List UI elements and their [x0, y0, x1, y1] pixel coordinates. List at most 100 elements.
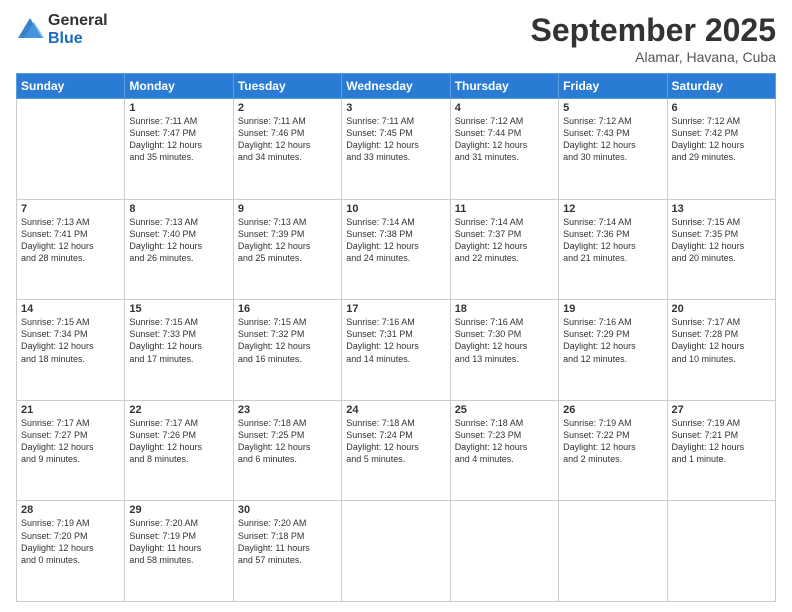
day-info: Sunrise: 7:11 AM Sunset: 7:47 PM Dayligh…	[129, 115, 228, 164]
day-info: Sunrise: 7:16 AM Sunset: 7:30 PM Dayligh…	[455, 316, 554, 365]
day-number: 25	[455, 404, 554, 416]
calendar-cell: 10Sunrise: 7:14 AM Sunset: 7:38 PM Dayli…	[342, 199, 450, 300]
day-number: 12	[563, 203, 662, 215]
calendar-cell: 9Sunrise: 7:13 AM Sunset: 7:39 PM Daylig…	[233, 199, 341, 300]
day-info: Sunrise: 7:14 AM Sunset: 7:37 PM Dayligh…	[455, 216, 554, 265]
day-info: Sunrise: 7:15 AM Sunset: 7:32 PM Dayligh…	[238, 316, 337, 365]
calendar-cell: 1Sunrise: 7:11 AM Sunset: 7:47 PM Daylig…	[125, 99, 233, 200]
main-title: September 2025	[531, 12, 776, 49]
day-number: 19	[563, 303, 662, 315]
logo-text: General Blue	[48, 12, 108, 47]
day-info: Sunrise: 7:14 AM Sunset: 7:38 PM Dayligh…	[346, 216, 445, 265]
day-info: Sunrise: 7:18 AM Sunset: 7:25 PM Dayligh…	[238, 417, 337, 466]
day-number: 24	[346, 404, 445, 416]
calendar-week-row: 28Sunrise: 7:19 AM Sunset: 7:20 PM Dayli…	[17, 501, 776, 602]
header: General Blue September 2025 Alamar, Hava…	[16, 12, 776, 65]
calendar-cell	[342, 501, 450, 602]
day-info: Sunrise: 7:15 AM Sunset: 7:35 PM Dayligh…	[672, 216, 771, 265]
calendar-cell: 16Sunrise: 7:15 AM Sunset: 7:32 PM Dayli…	[233, 300, 341, 401]
day-info: Sunrise: 7:17 AM Sunset: 7:26 PM Dayligh…	[129, 417, 228, 466]
subtitle: Alamar, Havana, Cuba	[531, 49, 776, 65]
day-number: 13	[672, 203, 771, 215]
calendar-cell: 22Sunrise: 7:17 AM Sunset: 7:26 PM Dayli…	[125, 400, 233, 501]
calendar-cell: 14Sunrise: 7:15 AM Sunset: 7:34 PM Dayli…	[17, 300, 125, 401]
day-info: Sunrise: 7:13 AM Sunset: 7:41 PM Dayligh…	[21, 216, 120, 265]
day-info: Sunrise: 7:16 AM Sunset: 7:31 PM Dayligh…	[346, 316, 445, 365]
day-info: Sunrise: 7:19 AM Sunset: 7:21 PM Dayligh…	[672, 417, 771, 466]
calendar-cell: 25Sunrise: 7:18 AM Sunset: 7:23 PM Dayli…	[450, 400, 558, 501]
calendar-cell: 26Sunrise: 7:19 AM Sunset: 7:22 PM Dayli…	[559, 400, 667, 501]
calendar-cell: 11Sunrise: 7:14 AM Sunset: 7:37 PM Dayli…	[450, 199, 558, 300]
calendar-cell: 4Sunrise: 7:12 AM Sunset: 7:44 PM Daylig…	[450, 99, 558, 200]
calendar-cell: 21Sunrise: 7:17 AM Sunset: 7:27 PM Dayli…	[17, 400, 125, 501]
day-number: 1	[129, 102, 228, 114]
day-info: Sunrise: 7:13 AM Sunset: 7:40 PM Dayligh…	[129, 216, 228, 265]
day-info: Sunrise: 7:17 AM Sunset: 7:27 PM Dayligh…	[21, 417, 120, 466]
day-number: 30	[238, 504, 337, 516]
day-info: Sunrise: 7:19 AM Sunset: 7:22 PM Dayligh…	[563, 417, 662, 466]
calendar-cell: 18Sunrise: 7:16 AM Sunset: 7:30 PM Dayli…	[450, 300, 558, 401]
day-number: 15	[129, 303, 228, 315]
calendar-day-header: Friday	[559, 74, 667, 99]
calendar-cell	[17, 99, 125, 200]
day-info: Sunrise: 7:12 AM Sunset: 7:43 PM Dayligh…	[563, 115, 662, 164]
calendar-cell	[559, 501, 667, 602]
day-number: 6	[672, 102, 771, 114]
calendar-cell: 2Sunrise: 7:11 AM Sunset: 7:46 PM Daylig…	[233, 99, 341, 200]
calendar-cell: 19Sunrise: 7:16 AM Sunset: 7:29 PM Dayli…	[559, 300, 667, 401]
day-number: 27	[672, 404, 771, 416]
day-info: Sunrise: 7:20 AM Sunset: 7:18 PM Dayligh…	[238, 517, 337, 566]
day-number: 4	[455, 102, 554, 114]
day-info: Sunrise: 7:16 AM Sunset: 7:29 PM Dayligh…	[563, 316, 662, 365]
calendar-cell: 30Sunrise: 7:20 AM Sunset: 7:18 PM Dayli…	[233, 501, 341, 602]
day-number: 23	[238, 404, 337, 416]
day-number: 18	[455, 303, 554, 315]
calendar-cell: 13Sunrise: 7:15 AM Sunset: 7:35 PM Dayli…	[667, 199, 775, 300]
calendar-cell	[667, 501, 775, 602]
calendar-day-header: Tuesday	[233, 74, 341, 99]
calendar-cell: 7Sunrise: 7:13 AM Sunset: 7:41 PM Daylig…	[17, 199, 125, 300]
logo: General Blue	[16, 12, 108, 47]
calendar-cell: 28Sunrise: 7:19 AM Sunset: 7:20 PM Dayli…	[17, 501, 125, 602]
logo-icon	[16, 16, 44, 44]
calendar-cell: 15Sunrise: 7:15 AM Sunset: 7:33 PM Dayli…	[125, 300, 233, 401]
page: General Blue September 2025 Alamar, Hava…	[0, 0, 792, 612]
day-number: 2	[238, 102, 337, 114]
day-info: Sunrise: 7:11 AM Sunset: 7:45 PM Dayligh…	[346, 115, 445, 164]
calendar-week-row: 7Sunrise: 7:13 AM Sunset: 7:41 PM Daylig…	[17, 199, 776, 300]
calendar-cell: 23Sunrise: 7:18 AM Sunset: 7:25 PM Dayli…	[233, 400, 341, 501]
day-info: Sunrise: 7:12 AM Sunset: 7:44 PM Dayligh…	[455, 115, 554, 164]
day-number: 7	[21, 203, 120, 215]
day-number: 21	[21, 404, 120, 416]
day-number: 3	[346, 102, 445, 114]
calendar-day-header: Wednesday	[342, 74, 450, 99]
day-number: 10	[346, 203, 445, 215]
logo-general-text: General	[48, 12, 108, 30]
day-number: 20	[672, 303, 771, 315]
day-info: Sunrise: 7:15 AM Sunset: 7:34 PM Dayligh…	[21, 316, 120, 365]
day-number: 14	[21, 303, 120, 315]
day-number: 22	[129, 404, 228, 416]
day-number: 5	[563, 102, 662, 114]
calendar-cell	[450, 501, 558, 602]
day-info: Sunrise: 7:12 AM Sunset: 7:42 PM Dayligh…	[672, 115, 771, 164]
day-number: 17	[346, 303, 445, 315]
calendar-cell: 17Sunrise: 7:16 AM Sunset: 7:31 PM Dayli…	[342, 300, 450, 401]
calendar-cell: 29Sunrise: 7:20 AM Sunset: 7:19 PM Dayli…	[125, 501, 233, 602]
day-number: 16	[238, 303, 337, 315]
calendar-week-row: 1Sunrise: 7:11 AM Sunset: 7:47 PM Daylig…	[17, 99, 776, 200]
calendar-table: SundayMondayTuesdayWednesdayThursdayFrid…	[16, 73, 776, 602]
day-info: Sunrise: 7:20 AM Sunset: 7:19 PM Dayligh…	[129, 517, 228, 566]
day-number: 11	[455, 203, 554, 215]
calendar-week-row: 14Sunrise: 7:15 AM Sunset: 7:34 PM Dayli…	[17, 300, 776, 401]
calendar-day-header: Thursday	[450, 74, 558, 99]
calendar-day-header: Saturday	[667, 74, 775, 99]
day-info: Sunrise: 7:18 AM Sunset: 7:24 PM Dayligh…	[346, 417, 445, 466]
calendar-cell: 5Sunrise: 7:12 AM Sunset: 7:43 PM Daylig…	[559, 99, 667, 200]
logo-blue-text: Blue	[48, 30, 108, 48]
day-number: 29	[129, 504, 228, 516]
day-info: Sunrise: 7:17 AM Sunset: 7:28 PM Dayligh…	[672, 316, 771, 365]
calendar-week-row: 21Sunrise: 7:17 AM Sunset: 7:27 PM Dayli…	[17, 400, 776, 501]
calendar-cell: 6Sunrise: 7:12 AM Sunset: 7:42 PM Daylig…	[667, 99, 775, 200]
calendar-cell: 20Sunrise: 7:17 AM Sunset: 7:28 PM Dayli…	[667, 300, 775, 401]
